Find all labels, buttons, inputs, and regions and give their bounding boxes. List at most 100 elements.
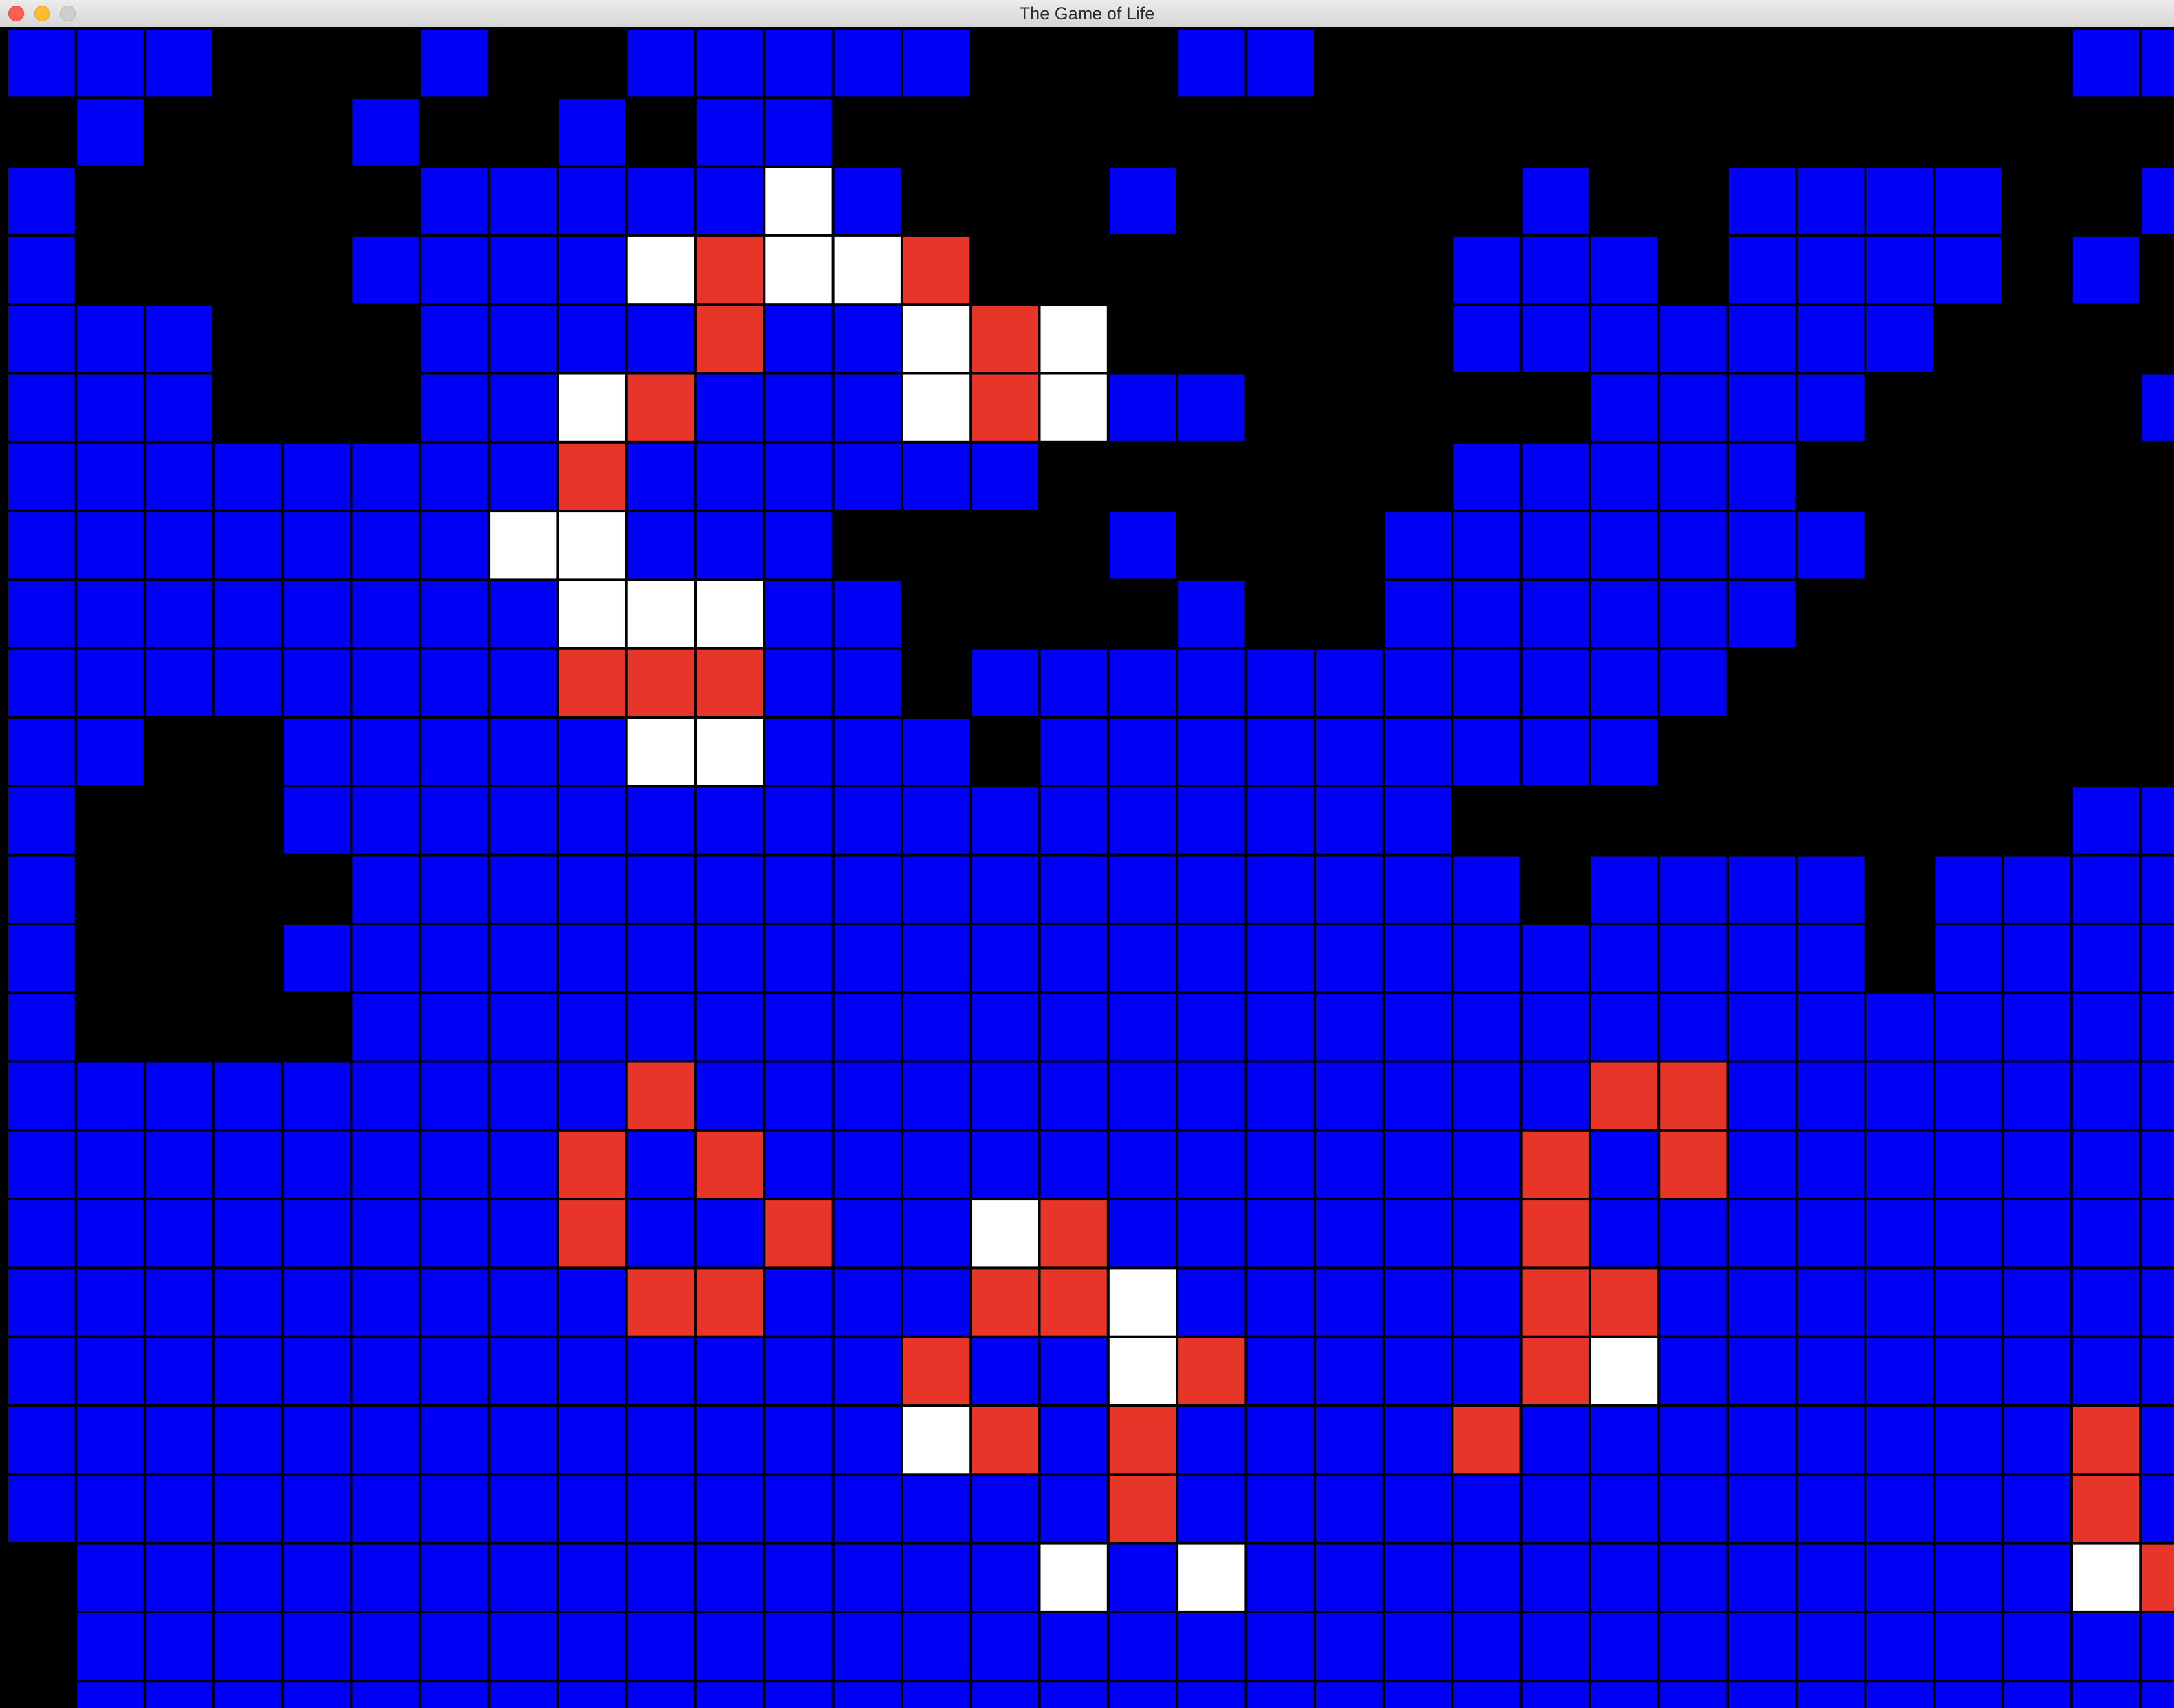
alive-cell[interactable] bbox=[1659, 993, 1728, 1062]
dying-cell[interactable] bbox=[695, 304, 765, 374]
alive-cell[interactable] bbox=[1934, 923, 2003, 993]
alive-cell[interactable] bbox=[7, 1268, 76, 1337]
alive-cell[interactable] bbox=[1452, 1543, 1521, 1612]
alive-cell[interactable] bbox=[626, 786, 696, 855]
alive-cell[interactable] bbox=[1727, 304, 1797, 374]
dying-cell[interactable] bbox=[557, 1130, 627, 1200]
alive-cell[interactable] bbox=[351, 1061, 420, 1130]
alive-cell[interactable] bbox=[1384, 1336, 1453, 1406]
alive-cell[interactable] bbox=[420, 1474, 489, 1544]
alive-cell[interactable] bbox=[1039, 1612, 1108, 1681]
alive-cell[interactable] bbox=[2140, 29, 2174, 98]
alive-cell[interactable] bbox=[626, 855, 696, 924]
life-grid[interactable] bbox=[0, 27, 2174, 1708]
alive-cell[interactable] bbox=[76, 1612, 145, 1681]
alive-cell[interactable] bbox=[1589, 235, 1659, 305]
alive-cell[interactable] bbox=[1727, 1268, 1797, 1337]
alive-cell[interactable] bbox=[76, 442, 145, 511]
alive-cell[interactable] bbox=[970, 1543, 1040, 1612]
alive-cell[interactable] bbox=[282, 1474, 352, 1544]
alive-cell[interactable] bbox=[282, 786, 352, 855]
alive-cell[interactable] bbox=[2072, 1612, 2141, 1681]
alive-cell[interactable] bbox=[626, 1130, 696, 1200]
alive-cell[interactable] bbox=[1384, 648, 1453, 718]
alive-cell[interactable] bbox=[1039, 1130, 1108, 1200]
alive-cell[interactable] bbox=[1521, 235, 1590, 305]
alive-cell[interactable] bbox=[1865, 235, 1934, 305]
alive-cell[interactable] bbox=[764, 579, 833, 649]
alive-cell[interactable] bbox=[1246, 648, 1315, 718]
alive-cell[interactable] bbox=[1384, 1406, 1453, 1475]
alive-cell[interactable] bbox=[1452, 1268, 1521, 1337]
dying-cell[interactable] bbox=[1108, 1474, 1178, 1544]
alive-cell[interactable] bbox=[970, 786, 1040, 855]
alive-cell[interactable] bbox=[1659, 1612, 1728, 1681]
alive-cell[interactable] bbox=[833, 1474, 902, 1544]
alive-cell[interactable] bbox=[970, 923, 1040, 993]
alive-cell[interactable] bbox=[351, 648, 420, 718]
alive-cell[interactable] bbox=[1727, 855, 1797, 924]
alive-cell[interactable] bbox=[282, 1061, 352, 1130]
born-cell[interactable] bbox=[970, 1199, 1040, 1268]
alive-cell[interactable] bbox=[144, 1612, 214, 1681]
alive-cell[interactable] bbox=[1589, 511, 1659, 580]
alive-cell[interactable] bbox=[1039, 993, 1108, 1062]
alive-cell[interactable] bbox=[1177, 1130, 1246, 1200]
alive-cell[interactable] bbox=[1934, 1268, 2003, 1337]
alive-cell[interactable] bbox=[351, 1681, 420, 1708]
alive-cell[interactable] bbox=[420, 1268, 489, 1337]
alive-cell[interactable] bbox=[1177, 1199, 1246, 1268]
alive-cell[interactable] bbox=[764, 304, 833, 374]
alive-cell[interactable] bbox=[2002, 1336, 2072, 1406]
alive-cell[interactable] bbox=[420, 511, 489, 580]
alive-cell[interactable] bbox=[1865, 1061, 1934, 1130]
alive-cell[interactable] bbox=[2002, 1130, 2072, 1200]
alive-cell[interactable] bbox=[1177, 648, 1246, 718]
alive-cell[interactable] bbox=[1108, 373, 1178, 442]
born-cell[interactable] bbox=[695, 579, 765, 649]
alive-cell[interactable] bbox=[351, 1543, 420, 1612]
alive-cell[interactable] bbox=[1865, 1199, 1934, 1268]
alive-cell[interactable] bbox=[420, 579, 489, 649]
alive-cell[interactable] bbox=[1246, 1336, 1315, 1406]
alive-cell[interactable] bbox=[695, 1406, 765, 1475]
alive-cell[interactable] bbox=[1177, 923, 1246, 993]
dying-cell[interactable] bbox=[1521, 1268, 1590, 1337]
alive-cell[interactable] bbox=[1246, 1199, 1315, 1268]
alive-cell[interactable] bbox=[1452, 993, 1521, 1062]
alive-cell[interactable] bbox=[1865, 304, 1934, 374]
alive-cell[interactable] bbox=[1727, 1612, 1797, 1681]
born-cell[interactable] bbox=[1177, 1543, 1246, 1612]
alive-cell[interactable] bbox=[144, 1681, 214, 1708]
alive-cell[interactable] bbox=[1796, 1199, 1866, 1268]
alive-cell[interactable] bbox=[1521, 1406, 1590, 1475]
alive-cell[interactable] bbox=[351, 923, 420, 993]
alive-cell[interactable] bbox=[1727, 923, 1797, 993]
alive-cell[interactable] bbox=[1521, 717, 1590, 787]
alive-cell[interactable] bbox=[2002, 993, 2072, 1062]
born-cell[interactable] bbox=[1039, 373, 1108, 442]
alive-cell[interactable] bbox=[833, 786, 902, 855]
alive-cell[interactable] bbox=[626, 1543, 696, 1612]
alive-cell[interactable] bbox=[1039, 1061, 1108, 1130]
alive-cell[interactable] bbox=[1384, 923, 1453, 993]
alive-cell[interactable] bbox=[1452, 511, 1521, 580]
born-cell[interactable] bbox=[833, 235, 902, 305]
alive-cell[interactable] bbox=[764, 442, 833, 511]
alive-cell[interactable] bbox=[1934, 1199, 2003, 1268]
alive-cell[interactable] bbox=[1727, 993, 1797, 1062]
born-cell[interactable] bbox=[626, 235, 696, 305]
alive-cell[interactable] bbox=[833, 1130, 902, 1200]
alive-cell[interactable] bbox=[1727, 1681, 1797, 1708]
alive-cell[interactable] bbox=[7, 1336, 76, 1406]
born-cell[interactable] bbox=[1589, 1336, 1659, 1406]
alive-cell[interactable] bbox=[557, 1061, 627, 1130]
alive-cell[interactable] bbox=[1659, 579, 1728, 649]
alive-cell[interactable] bbox=[1659, 1336, 1728, 1406]
alive-cell[interactable] bbox=[213, 1199, 283, 1268]
alive-cell[interactable] bbox=[1659, 373, 1728, 442]
alive-cell[interactable] bbox=[626, 1612, 696, 1681]
alive-cell[interactable] bbox=[1384, 1199, 1453, 1268]
alive-cell[interactable] bbox=[1796, 1130, 1866, 1200]
alive-cell[interactable] bbox=[626, 993, 696, 1062]
